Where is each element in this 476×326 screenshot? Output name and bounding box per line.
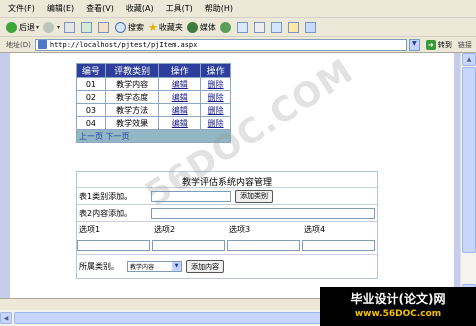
search-button[interactable]: 搜索 [115,21,144,33]
back-button[interactable]: 后退 ▾ [6,21,39,33]
option4-label: 选项4 [304,225,326,234]
option2-label: 选项2 [154,225,176,234]
menu-view[interactable]: 查看(V) [86,3,114,14]
scroll-up-icon[interactable]: ▲ [462,53,476,66]
add-content-button[interactable]: 添加内容 [186,260,224,273]
horizontal-scroll-thumb[interactable] [14,312,344,324]
go-arrow-icon: ➜ [425,39,436,50]
menu-tools[interactable]: 工具(T) [166,3,193,14]
table2-row: 表2内容添加。 [77,205,377,222]
row-category: 教学效果 [104,116,160,130]
edit-icon[interactable] [270,21,282,33]
menu-favorites[interactable]: 收藏(A) [126,3,154,14]
table-row: 02 教学态度 编辑 删除 [76,90,231,104]
row-category: 教学内容 [104,77,160,91]
table-row: 04 教学效果 编辑 删除 [76,116,231,130]
options-labels: 选项1 选项2 选项3 选项4 [77,222,377,237]
toolbar: 后退 ▾ ▾ 搜索 ★ 收藏夹 媒体 [0,18,476,37]
category-label: 所属类别。 [79,262,119,271]
table1-label: 表1类别添加。 [79,191,133,201]
edit-link[interactable]: 编辑 [172,119,188,128]
row-id: 02 [76,90,106,104]
menu-file[interactable]: 文件(F) [8,3,35,14]
table1-row: 表1类别添加。 添加类别 [77,188,377,205]
row-id: 03 [76,103,106,117]
content-input[interactable] [151,207,375,219]
left-margin [0,53,10,298]
add-category-button[interactable]: 添加类别 [235,189,273,203]
address-dropdown-icon[interactable]: ▼ [408,38,420,51]
media-icon [186,21,198,33]
row-id: 04 [76,116,106,130]
content-management-form: 教学评估系统内容管理 表1类别添加。 添加类别 表2内容添加。 选项1 选项2 … [76,171,378,279]
option1-input[interactable] [77,240,150,251]
table2-label: 表2内容添加。 [79,208,133,218]
next-page-link[interactable]: 下一页 [106,132,130,141]
chevron-down-icon: ▼ [172,262,181,271]
print-icon[interactable] [253,21,265,33]
header-operation: 操作 [158,63,202,78]
messenger-icon[interactable] [304,21,316,33]
header-category: 评教类别 [104,63,160,78]
row-id: 01 [76,77,106,91]
row-category: 教学方法 [104,103,160,117]
header-id: 编号 [76,63,106,78]
edit-link[interactable]: 编辑 [172,80,188,89]
history-icon[interactable] [219,21,231,33]
forward-arrow-icon [43,21,55,33]
category-select[interactable]: 教学内容 ▼ [127,261,182,272]
home-icon[interactable] [98,21,110,33]
menu-bar: 文件(F) 编辑(E) 查看(V) 收藏(A) 工具(T) 帮助(H) [0,0,476,18]
edit-link[interactable]: 编辑 [172,106,188,115]
table-row: 01 教学内容 编辑 删除 [76,77,231,91]
category-table: 编号 评教类别 操作 操作 01 教学内容 编辑 删除 02 教学态度 编辑 删… [76,63,231,143]
delete-link[interactable]: 删除 [208,93,224,102]
category-select-value: 教学内容 [130,264,155,271]
forward-button[interactable]: ▾ [43,21,60,33]
stop-icon[interactable] [64,21,76,33]
option2-input[interactable] [152,240,225,251]
options-inputs [77,237,377,255]
menu-edit[interactable]: 编辑(E) [47,3,74,14]
refresh-icon[interactable] [81,21,93,33]
address-label: 地址(D) [6,40,31,49]
table-row: 03 教学方法 编辑 删除 [76,103,231,117]
header-operation: 操作 [200,63,231,78]
badge-title: 毕业设计(论文)网 [350,292,446,306]
star-icon: ★ [148,20,158,34]
search-icon [115,21,127,33]
address-url: http://localhost/pjtest/pjItem.aspx [49,40,198,49]
mail-icon[interactable] [236,21,248,33]
page-icon [37,40,47,49]
scroll-left-icon[interactable]: ◀ [0,312,12,324]
links-label[interactable]: 链接 [458,40,472,50]
row-category: 教学态度 [104,90,160,104]
favorites-button[interactable]: ★ 收藏夹 [148,21,183,34]
go-button[interactable]: ➜ 转到 [425,39,452,50]
site-badge: 毕业设计(论文)网 www.56DOC.com [320,287,476,326]
discuss-icon[interactable] [287,21,299,33]
prev-page-link[interactable]: 上一页 [79,132,103,141]
media-button[interactable]: 媒体 [186,21,216,33]
back-arrow-icon [6,21,17,33]
option3-label: 选项3 [229,225,251,234]
vertical-scrollbar[interactable]: ▲ ▼ [460,53,476,298]
form-title: 教学评估系统内容管理 [77,172,377,188]
edit-link[interactable]: 编辑 [172,93,188,102]
category-select-row: 所属类别。 教学内容 ▼ 添加内容 [77,255,377,278]
badge-url: www.56DOC.com [354,309,442,319]
delete-link[interactable]: 删除 [208,106,224,115]
delete-link[interactable]: 删除 [208,80,224,89]
address-bar: 地址(D) http://localhost/pjtest/pjItem.asp… [0,37,476,53]
vertical-scroll-thumb[interactable] [462,67,476,253]
page-viewport: 编号 评教类别 操作 操作 01 教学内容 编辑 删除 02 教学态度 编辑 删… [0,51,476,298]
option3-input[interactable] [227,240,300,251]
option1-label: 选项1 [79,225,101,234]
menu-help[interactable]: 帮助(H) [205,3,233,14]
address-input[interactable]: http://localhost/pjtest/pjItem.aspx [34,38,407,51]
option4-input[interactable] [302,240,375,251]
